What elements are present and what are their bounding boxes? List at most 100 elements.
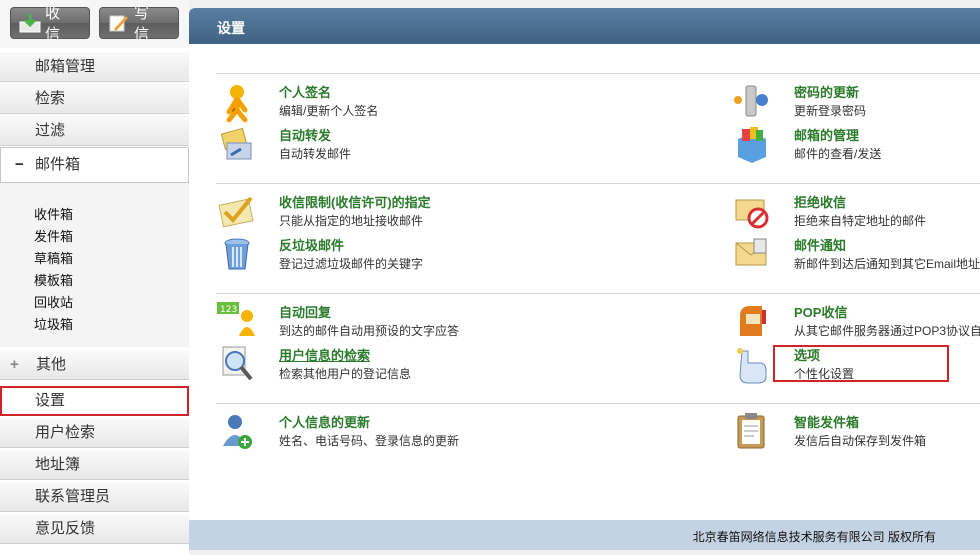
expand-icon: + [10,356,19,373]
menu-label: 设置 [35,392,66,409]
menu-label: 地址簿 [35,456,81,473]
menu-contact-admin[interactable]: 联系管理员 [0,482,189,512]
folder-junk[interactable]: 垃圾箱 [34,314,73,333]
item-title[interactable]: POP收信 [794,302,847,321]
setting-auto-reply[interactable]: 123 自动回复 到达的邮件自动用预设的文字应答 [217,302,637,346]
folder-inbox[interactable]: 收件箱 [34,204,73,223]
setting-personal-signature[interactable]: 个人签名 编辑/更新个人签名 [217,82,637,126]
svg-text:123: 123 [220,305,237,315]
options-hand-icon [732,345,772,385]
menu-feedback[interactable]: 意见反馈 [0,514,189,544]
item-desc: 编辑/更新个人签名 [279,104,379,118]
item-title[interactable]: 密码的更新 [794,82,859,101]
auto-reply-icon: 123 [217,302,257,342]
receive-mail-button[interactable]: 收 信 [10,5,90,43]
reject-mail-icon [732,192,772,232]
menu-label: 邮件箱 [35,156,81,173]
setting-anti-spam[interactable]: 反垃圾邮件 登记过滤垃圾邮件的关键字 [217,235,637,279]
magnifier-icon [217,345,257,385]
options-highlight-box [773,345,949,382]
divider [216,183,980,184]
settings-header: 设置 [189,8,980,44]
setting-password-update[interactable]: 密码的更新 更新登录密码 [732,82,980,126]
menu-label: 邮箱管理 [35,58,96,75]
item-title[interactable]: 智能发件箱 [794,412,859,431]
folder-recycle-bin[interactable]: 回收站 [34,292,73,311]
item-title[interactable]: 自动转发 [279,125,331,144]
trash-can-icon [217,235,257,275]
folder-list: 收件箱 发件箱 草稿箱 模板箱 回收站 垃圾箱 [0,183,189,347]
copyright-text: 北京春笛网络信息技术服务有限公司 版权所有 [692,530,936,544]
password-key-icon [732,82,772,122]
mailbox-manage-icon [732,125,772,165]
download-icon [19,13,41,33]
item-desc: 到达的邮件自动用预设的文字应答 [279,324,460,338]
item-title[interactable]: 用户信息的检索 [279,345,370,364]
pencil-note-icon [108,13,130,33]
item-title[interactable]: 个人信息的更新 [279,412,370,431]
receive-limit-icon [217,192,257,232]
menu-label: 其他 [36,356,67,373]
item-desc: 邮件的查看/发送 [794,147,882,161]
user-add-icon [217,412,257,452]
pop-mailbox-icon [732,302,772,342]
forward-icon [217,125,257,165]
item-title[interactable]: 邮件通知 [794,235,846,254]
item-title[interactable]: 反垃圾邮件 [279,235,344,254]
signature-person-icon [217,82,257,123]
setting-reject-mail[interactable]: 拒绝收信 拒绝来自特定地址的邮件 [732,192,980,236]
setting-auto-forward[interactable]: 自动转发 自动转发邮件 [217,125,637,169]
item-desc: 拒绝来自特定地址的邮件 [794,214,927,228]
item-title[interactable]: 自动回复 [279,302,331,321]
item-title[interactable]: 收信限制(收信许可)的指定 [279,192,431,211]
item-title[interactable]: 个人签名 [279,82,331,101]
setting-smart-outbox[interactable]: 智能发件箱 发信后自动保存到发件箱 [732,412,980,456]
folder-drafts[interactable]: 草稿箱 [34,248,73,267]
setting-mail-notify[interactable]: 邮件通知 新邮件到达后通知到其它Email地址 [732,235,980,279]
menu-address-book[interactable]: 地址簿 [0,450,189,480]
menu-label: 联系管理员 [35,488,111,505]
setting-mailbox-management[interactable]: 邮箱的管理 邮件的查看/发送 [732,125,980,169]
setting-receive-limit[interactable]: 收信限制(收信许可)的指定 只能从指定的地址接收邮件 [217,192,637,236]
receive-mail-label: 收 信 [45,5,65,43]
page-title: 设置 [217,20,245,36]
write-mail-label: 写 信 [134,5,154,43]
folder-sent[interactable]: 发件箱 [34,226,73,245]
item-desc: 发信后自动保存到发件箱 [794,434,927,448]
setting-pop-receive[interactable]: POP收信 从其它邮件服务器通过POP3协议自动 [732,302,980,346]
item-desc: 自动转发邮件 [279,147,352,161]
menu-mail-folders[interactable]: − 邮件箱 [0,147,189,183]
item-desc: 只能从指定的地址接收邮件 [279,214,424,228]
item-desc: 检索其他用户的登记信息 [279,367,412,381]
clipboard-icon [732,412,772,452]
menu-label: 用户检索 [35,424,96,441]
item-desc: 姓名、电话号码、登录信息的更新 [279,434,460,448]
divider [216,73,980,74]
item-desc: 登记过滤垃圾邮件的关键字 [279,257,424,271]
item-desc: 从其它邮件服务器通过POP3协议自动 [794,324,980,338]
item-title[interactable]: 拒绝收信 [794,192,846,211]
folder-templates[interactable]: 模板箱 [34,270,73,289]
left-sidebar: 收 信 写 信 邮箱管理 检索 过滤 − 邮件箱 收件箱 发件箱 草稿箱 模板箱 … [0,0,189,555]
divider [216,293,980,294]
menu-label: 过滤 [35,122,66,139]
menu-search[interactable]: 检索 [0,84,189,114]
menu-label: 检索 [35,90,66,107]
setting-personal-info-update[interactable]: 个人信息的更新 姓名、电话号码、登录信息的更新 [217,412,637,456]
menu-user-search[interactable]: 用户检索 [0,418,189,448]
setting-user-info-search[interactable]: 用户信息的检索 检索其他用户的登记信息 [217,345,637,389]
menu-settings[interactable]: 设置 [0,386,189,416]
menu-other[interactable]: + 其他 [0,350,189,380]
write-mail-button[interactable]: 写 信 [99,5,179,43]
item-desc: 新邮件到达后通知到其它Email地址 [794,257,980,271]
top-buttons-bar: 收 信 写 信 [0,0,189,48]
menu-filter[interactable]: 过滤 [0,116,189,146]
mail-notify-icon [732,235,772,275]
footer: 北京春笛网络信息技术服务有限公司 版权所有 [189,520,980,550]
divider [216,403,980,404]
menu-mailbox-management[interactable]: 邮箱管理 [0,52,189,82]
collapse-icon: − [15,156,24,173]
item-title[interactable]: 邮箱的管理 [794,125,859,144]
item-desc: 更新登录密码 [794,104,867,118]
menu-label: 意见反馈 [35,520,96,537]
